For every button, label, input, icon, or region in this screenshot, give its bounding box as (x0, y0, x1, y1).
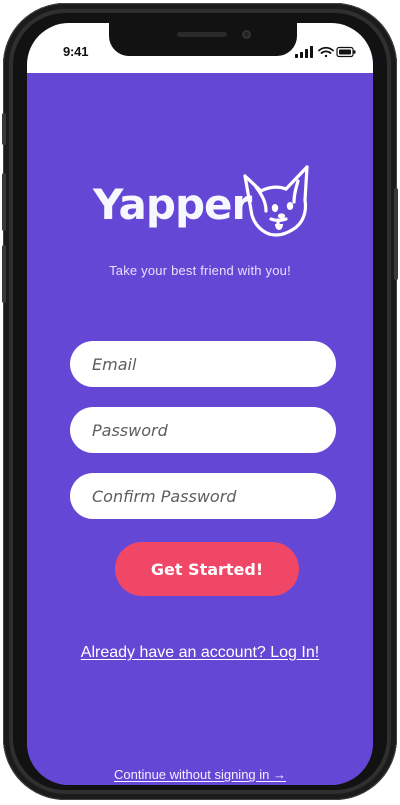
mute-switch (2, 113, 6, 145)
login-link[interactable]: Already have an account? Log In! (27, 644, 373, 662)
email-field[interactable] (70, 341, 336, 387)
volume-down-button (2, 245, 6, 303)
signup-screen: Yapper Take your best friend with you! E… (27, 73, 373, 785)
camera-notch (109, 23, 297, 56)
get-started-button[interactable]: Get Started! (115, 542, 299, 596)
brand-header: Yapper (93, 158, 319, 253)
confirm-password-field[interactable] (70, 473, 336, 519)
wifi-icon (318, 46, 334, 58)
status-time: 9:41 (63, 44, 89, 59)
battery-icon (336, 46, 356, 58)
continue-as-guest-link[interactable]: Continue without signing in → (27, 767, 373, 782)
power-button (394, 188, 398, 280)
speaker-grille (177, 32, 227, 37)
status-icons (295, 45, 357, 59)
phone-screen: 9:41 Yapper Take your best friend with y… (27, 23, 373, 785)
tagline: Take your best friend with you! (109, 263, 291, 278)
app-logo-text: Yapper (93, 180, 252, 229)
signal-icon (295, 46, 313, 58)
phone-frame: 9:41 Yapper Take your best friend with y… (2, 3, 398, 800)
status-bar: 9:41 (27, 23, 373, 73)
volume-up-button (2, 173, 6, 231)
dog-head-icon (243, 165, 309, 237)
password-field[interactable] (70, 407, 336, 453)
front-camera (242, 30, 251, 39)
